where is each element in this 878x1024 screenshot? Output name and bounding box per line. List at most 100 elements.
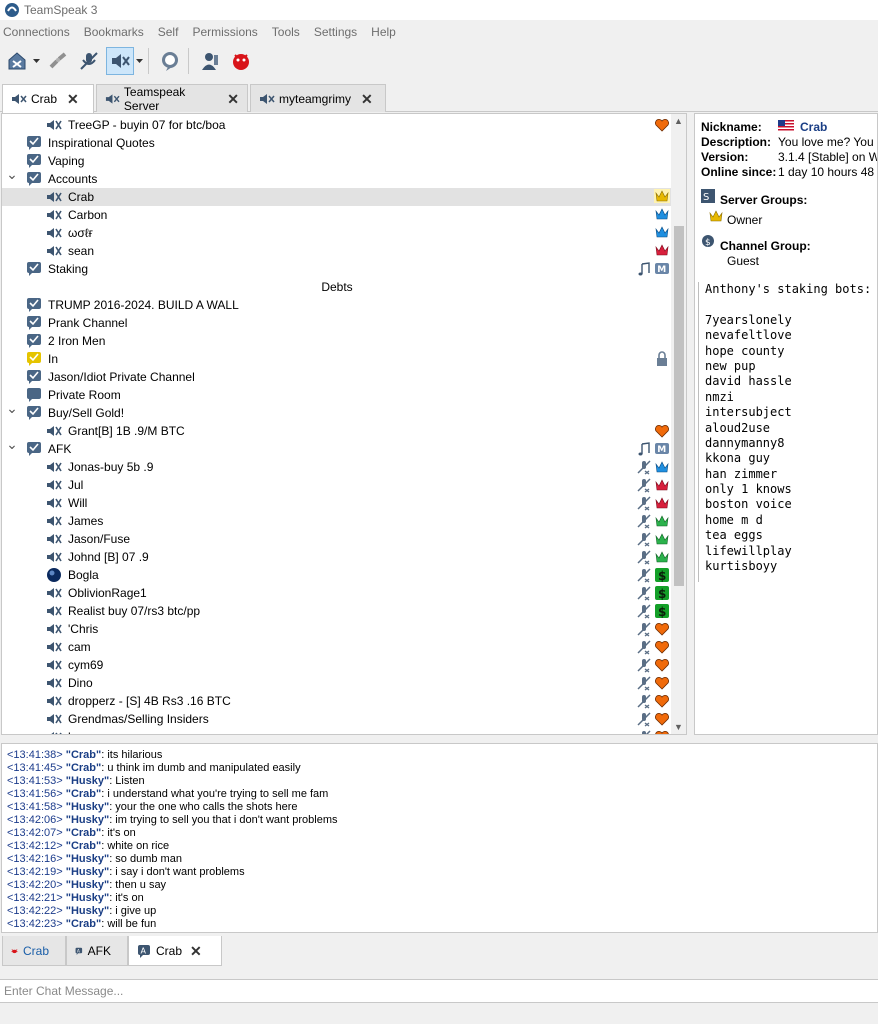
client-row[interactable]: James xyxy=(2,512,672,530)
client-row[interactable]: OblivionRage1 $ xyxy=(2,584,672,602)
chat-nickname[interactable]: "Husky" xyxy=(66,814,109,826)
client-row[interactable]: Will xyxy=(2,494,672,512)
chat-timestamp: <13:42:23> xyxy=(7,918,63,930)
scroll-thumb[interactable] xyxy=(674,226,684,586)
chat-timestamp: <13:42:20> xyxy=(7,879,63,891)
client-row[interactable]: ωσℓғ xyxy=(2,224,672,242)
client-row[interactable]: sean xyxy=(2,242,672,260)
client-row[interactable]: Jason/Fuse xyxy=(2,530,672,548)
description-text-box: Anthony's staking bots: 7yearslonely nevaf… xyxy=(698,282,877,582)
chat-nickname[interactable]: "Husky" xyxy=(66,801,109,813)
channel-row[interactable]: Prank Channel xyxy=(2,314,672,332)
connect-dropdown[interactable] xyxy=(31,47,41,75)
client-row[interactable]: Dino xyxy=(2,674,672,692)
chat-text: : Listen xyxy=(109,775,145,787)
menu-permissions[interactable]: Permissions xyxy=(189,25,260,39)
chat-tab-server-crab[interactable]: Crab xyxy=(2,936,66,966)
server-tab-crab[interactable]: Crab ✕ xyxy=(2,84,94,113)
client-row[interactable]: 'Chris xyxy=(2,620,672,638)
chat-nickname[interactable]: "Crab" xyxy=(66,827,102,839)
expand-arrow-icon[interactable]: ⌄ xyxy=(6,436,18,452)
close-icon[interactable]: ✕ xyxy=(227,92,239,106)
channel-name: Private Room xyxy=(48,388,121,402)
channel-icon xyxy=(26,333,42,349)
client-row[interactable]: Jul xyxy=(2,476,672,494)
channel-name: Staking xyxy=(48,262,89,276)
client-row[interactable]: Carbon xyxy=(2,206,672,224)
client-row[interactable]: Realist buy 07/rs3 btc/pp $ xyxy=(2,602,672,620)
channel-row[interactable]: Jason/Idiot Private Channel xyxy=(2,368,672,386)
client-row[interactable]: Bogla $ xyxy=(2,566,672,584)
server-tab-myteamgrimy[interactable]: myteamgrimy ✕ xyxy=(250,84,386,112)
channel-row[interactable]: TRUMP 2016-2024. BUILD A WALL xyxy=(2,296,672,314)
client-row[interactable]: hex xyxy=(2,728,672,734)
close-icon[interactable]: ✕ xyxy=(67,92,79,106)
channel-row[interactable]: ⌄ Buy/Sell Gold! xyxy=(2,400,672,422)
toolbar-divider xyxy=(188,48,189,74)
chat-nickname[interactable]: "Husky" xyxy=(66,892,109,904)
close-icon[interactable]: ✕ xyxy=(190,944,202,958)
channel-row[interactable]: Inspirational Quotes xyxy=(2,134,672,152)
menu-tools[interactable]: Tools xyxy=(269,25,303,39)
chat-nickname[interactable]: "Husky" xyxy=(66,775,109,787)
muted-icon xyxy=(636,567,652,583)
contacts-button[interactable] xyxy=(196,47,224,75)
chat-tab-private-crab[interactable]: A Crab ✕ xyxy=(128,936,222,966)
client-row[interactable]: Johnd [B] 07 .9 xyxy=(2,548,672,566)
channel-row[interactable]: In xyxy=(2,350,672,368)
client-row[interactable]: cam xyxy=(2,638,672,656)
plugin-button[interactable] xyxy=(227,47,255,75)
expand-arrow-icon[interactable]: ⌄ xyxy=(6,166,18,182)
server-tab-teamspeak-server[interactable]: Teamspeak Server ✕ xyxy=(96,84,248,113)
expand-arrow-icon[interactable]: ⌄ xyxy=(6,400,18,416)
menu-bookmarks[interactable]: Bookmarks xyxy=(81,25,147,39)
disconnect-button[interactable] xyxy=(44,47,72,75)
channel-name: Prank Channel xyxy=(48,316,128,330)
away-button[interactable] xyxy=(156,47,184,75)
chat-nickname[interactable]: "Husky" xyxy=(66,905,109,917)
client-row[interactable]: cym69 xyxy=(2,656,672,674)
channel-row[interactable]: ⌄ AFK M xyxy=(2,436,672,458)
nickname-value: Crab xyxy=(800,120,828,134)
menu-connections[interactable]: Connections xyxy=(0,25,73,39)
chat-tab-channel-afk[interactable]: A AFK xyxy=(66,936,128,966)
channel-row[interactable]: Vaping xyxy=(2,152,672,170)
client-row[interactable]: Grendmas/Selling Insiders xyxy=(2,710,672,728)
channel-row[interactable]: Staking M xyxy=(2,260,672,278)
channel-row[interactable]: Private Room xyxy=(2,386,672,404)
chat-nickname[interactable]: "Husky" xyxy=(66,879,109,891)
client-row[interactable]: Crab xyxy=(2,188,672,206)
chat-timestamp: <13:41:56> xyxy=(7,788,63,800)
close-icon[interactable]: ✕ xyxy=(361,92,373,106)
mute-microphone-button[interactable] xyxy=(75,47,103,75)
menu-self[interactable]: Self xyxy=(155,25,182,39)
chat-nickname[interactable]: "Crab" xyxy=(66,840,102,852)
chat-nickname[interactable]: "Crab" xyxy=(66,749,102,761)
mute-speakers-dropdown[interactable] xyxy=(134,47,144,75)
client-row[interactable]: Jonas-buy 5b .9 xyxy=(2,458,672,476)
chat-nickname[interactable]: "Husky" xyxy=(66,853,109,865)
channel-name: Buy/Sell Gold! xyxy=(48,406,125,420)
client-status-icon xyxy=(46,495,62,511)
menu-settings[interactable]: Settings xyxy=(311,25,360,39)
chat-nickname[interactable]: "Crab" xyxy=(66,918,102,930)
muted-icon xyxy=(636,621,652,637)
channel-name: Inspirational Quotes xyxy=(48,136,155,150)
client-row[interactable]: TreeGP - buyin 07 for btc/boa xyxy=(2,116,672,134)
chat-nickname[interactable]: "Crab" xyxy=(66,788,102,800)
channel-row[interactable]: ⌄ Accounts xyxy=(2,166,672,188)
chat-message-input[interactable] xyxy=(0,980,878,1002)
description-line: nevafeltlove xyxy=(705,328,792,343)
connect-button[interactable] xyxy=(3,47,31,75)
client-row[interactable]: dropperz - [S] 4B Rs3 .16 BTC xyxy=(2,692,672,710)
scroll-down-arrow-icon[interactable]: ▼ xyxy=(674,722,683,732)
mute-speakers-button[interactable] xyxy=(106,47,134,75)
tree-scrollbar[interactable]: ▲ ▼ xyxy=(671,114,686,734)
chat-nickname[interactable]: "Husky" xyxy=(66,866,109,878)
chat-nickname[interactable]: "Crab" xyxy=(66,762,102,774)
menu-help[interactable]: Help xyxy=(368,25,399,39)
client-row[interactable]: Grant[B] 1B .9/M BTC xyxy=(2,422,672,440)
channel-row[interactable]: 2 Iron Men xyxy=(2,332,672,350)
client-status-icon xyxy=(46,693,62,709)
scroll-up-arrow-icon[interactable]: ▲ xyxy=(674,116,683,126)
